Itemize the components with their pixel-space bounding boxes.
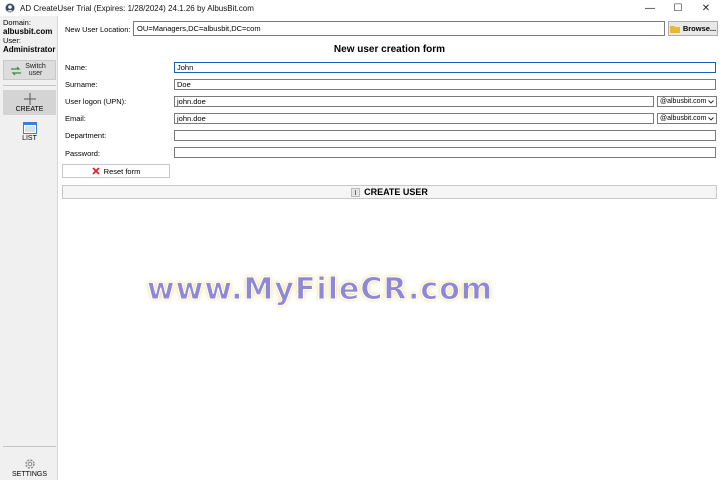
upn-input[interactable]: john.doe bbox=[174, 96, 654, 107]
sidebar-item-settings[interactable]: SETTINGS bbox=[3, 450, 56, 478]
department-label: Department: bbox=[65, 131, 107, 140]
gear-icon bbox=[24, 459, 35, 469]
chevron-down-icon bbox=[708, 99, 714, 104]
close-button[interactable]: ✕ bbox=[692, 0, 720, 16]
domain-info: Domain: albusbit.com User: Administrator bbox=[0, 16, 57, 56]
location-label: New User Location: bbox=[65, 25, 131, 34]
email-label: Email: bbox=[65, 114, 86, 123]
name-label: Name: bbox=[65, 63, 88, 72]
department-input[interactable] bbox=[174, 130, 716, 141]
password-input[interactable] bbox=[174, 147, 716, 158]
sidebar-item-create-label: CREATE bbox=[15, 106, 44, 113]
create-user-button[interactable]: CREATE USER bbox=[62, 185, 717, 199]
browse-button[interactable]: Browse... bbox=[668, 21, 718, 36]
email-input[interactable]: john.doe bbox=[174, 113, 654, 124]
upn-domain-value: @albusbit.com bbox=[660, 98, 707, 105]
sidebar-divider bbox=[3, 85, 56, 86]
user-add-icon bbox=[351, 187, 360, 197]
surname-input[interactable]: Doe bbox=[174, 79, 716, 90]
switch-user-icon bbox=[11, 66, 21, 76]
form-title: New user creation form bbox=[333, 44, 446, 55]
maximize-button[interactable]: ☐ bbox=[664, 0, 692, 16]
browse-button-label: Browse... bbox=[682, 24, 717, 33]
user-value: Administrator bbox=[3, 45, 56, 54]
minimize-button[interactable]: — bbox=[636, 0, 664, 16]
sidebar: Domain: albusbit.com User: Administrator… bbox=[0, 16, 58, 480]
switch-user-label: Switch user bbox=[25, 62, 46, 78]
create-user-label: CREATE USER bbox=[364, 187, 428, 197]
user-label: User: bbox=[3, 36, 21, 45]
title-bar: AD CreateUser Trial (Expires: 1/28/2024)… bbox=[0, 0, 720, 16]
watermark: www.MyFileCR.com bbox=[146, 272, 494, 308]
reset-form-button[interactable]: Reset form bbox=[62, 164, 170, 178]
password-label: Password: bbox=[65, 149, 101, 158]
email-domain-value: @albusbit.com bbox=[660, 115, 707, 122]
name-input[interactable]: John bbox=[174, 62, 716, 73]
email-domain-select[interactable]: @albusbit.com bbox=[657, 113, 717, 124]
list-icon bbox=[22, 122, 37, 134]
plus-icon bbox=[23, 93, 36, 105]
sidebar-item-list-label: LIST bbox=[22, 135, 37, 142]
sidebar-item-settings-label: SETTINGS bbox=[11, 471, 47, 478]
surname-label: Surname: bbox=[65, 80, 98, 89]
main-panel: New User Location: OU=Managers,DC=albusb… bbox=[59, 16, 720, 480]
folder-icon bbox=[669, 25, 680, 33]
upn-label: User logon (UPN): bbox=[65, 97, 127, 106]
reset-form-label: Reset form bbox=[103, 166, 141, 176]
domain-label: Domain: bbox=[3, 18, 31, 27]
chevron-down-icon bbox=[708, 116, 714, 121]
upn-domain-select[interactable]: @albusbit.com bbox=[657, 96, 717, 107]
sidebar-divider bbox=[3, 446, 56, 447]
window-title: AD CreateUser Trial (Expires: 1/28/2024)… bbox=[20, 3, 254, 13]
switch-user-button[interactable]: Switch user bbox=[3, 60, 56, 80]
location-input[interactable]: OU=Managers,DC=albusbit,DC=com bbox=[133, 21, 665, 36]
app-logo-icon bbox=[5, 3, 15, 13]
domain-value: albusbit.com bbox=[3, 27, 53, 36]
sidebar-item-create[interactable]: CREATE bbox=[3, 90, 56, 115]
window-controls: — ☐ ✕ bbox=[636, 0, 720, 16]
red-x-icon bbox=[92, 167, 100, 175]
sidebar-item-list[interactable]: LIST bbox=[3, 119, 56, 144]
